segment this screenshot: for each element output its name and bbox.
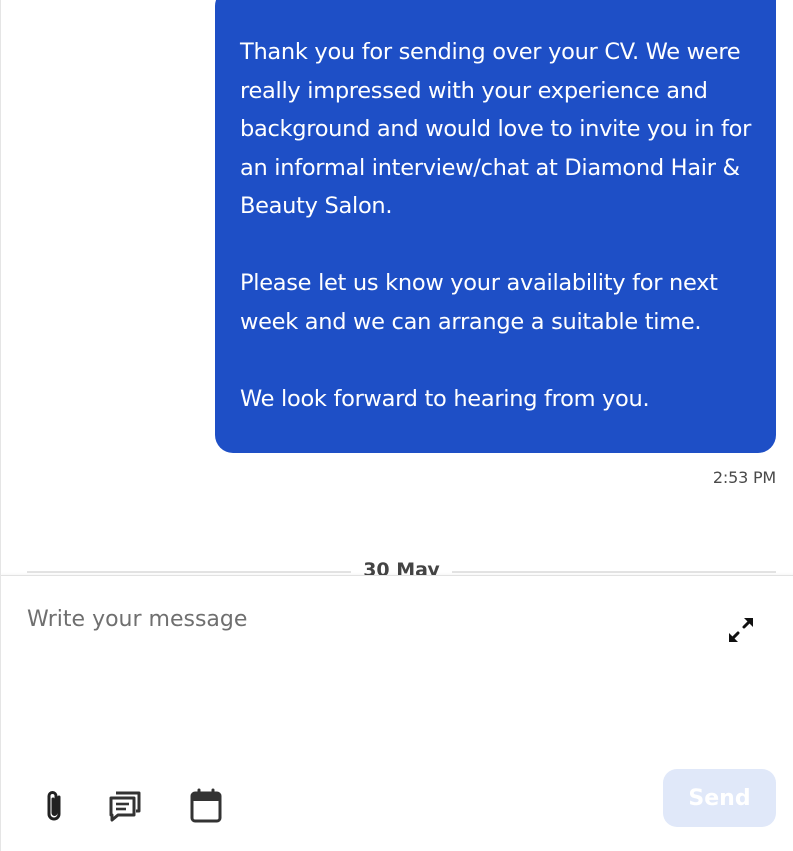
attach-file-button[interactable]: [35, 786, 75, 826]
message-paragraph: Thank you for sending over your CV. We w…: [240, 39, 752, 219]
date-divider-label: 30 May: [351, 556, 452, 575]
message-timestamp: 2:53 PM: [712, 468, 776, 487]
paperclip-icon: [47, 791, 61, 821]
message-input[interactable]: [27, 606, 687, 756]
message-paragraph: We look forward to hearing from you.: [240, 385, 650, 412]
message-templates-icon: [109, 791, 141, 822]
message-paragraph: Please let us know your availability for…: [240, 270, 718, 335]
sent-message-bubble: Thank you for sending over your CV. We w…: [215, 0, 776, 453]
message-templates-button[interactable]: [105, 786, 145, 826]
message-composer: Send: [1, 575, 793, 851]
date-divider: 30 May: [27, 556, 776, 575]
expand-icon: [729, 618, 753, 642]
expand-composer-button[interactable]: [723, 612, 759, 648]
schedule-button[interactable]: [186, 786, 226, 826]
calendar-icon: [190, 788, 222, 823]
message-thread[interactable]: Thank you for sending over your CV. We w…: [1, 0, 793, 575]
chat-window: Thank you for sending over your CV. We w…: [0, 0, 793, 851]
send-button[interactable]: Send: [663, 769, 776, 827]
